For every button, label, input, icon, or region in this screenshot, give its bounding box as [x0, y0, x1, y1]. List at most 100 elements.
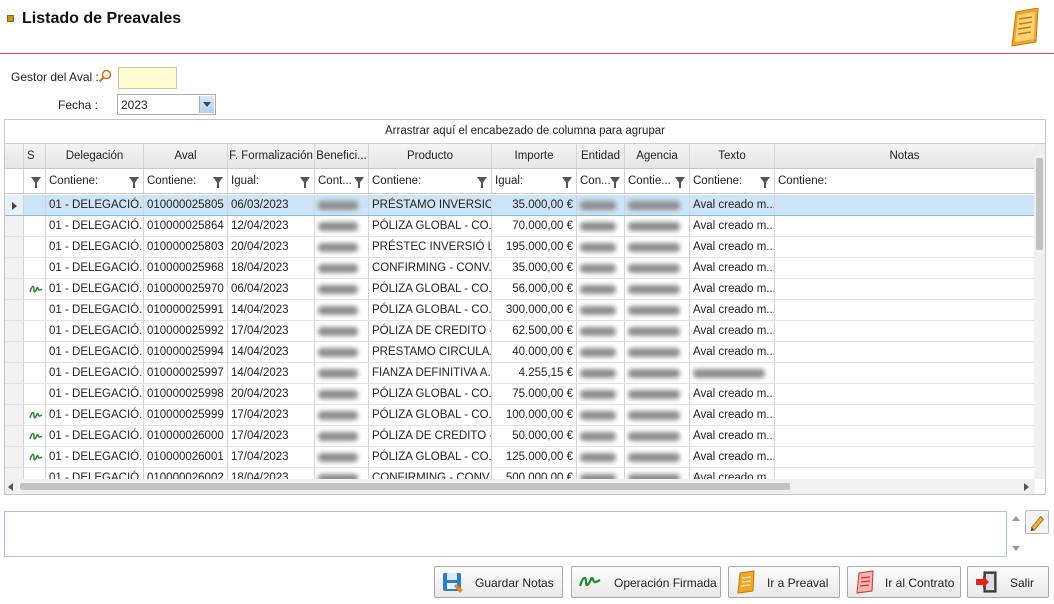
cell-delegacion[interactable]: 01 - DELEGACIÓ...: [46, 195, 144, 215]
cell-aval[interactable]: 010000025970: [144, 279, 228, 299]
cell-beneficiario[interactable]: [315, 405, 369, 425]
cell-delegacion[interactable]: 01 - DELEGACIÓ: [46, 468, 144, 479]
cell-status[interactable]: [24, 258, 46, 278]
cell-status[interactable]: [24, 279, 46, 299]
table-row[interactable]: 01 - DELEGACIÓ... 010000025991 14/04/2023 P…: [5, 300, 1035, 321]
filter-cell-importe[interactable]: Igual:: [492, 169, 577, 193]
filter-cell-status[interactable]: [24, 169, 46, 193]
cell-delegacion[interactable]: 01 - DELEGACIÓ...: [46, 237, 144, 257]
cell-agencia[interactable]: [625, 300, 690, 320]
cell-importe[interactable]: 75.000,00 €: [492, 384, 577, 404]
table-row[interactable]: 01 - DELEGACIÓ... 010000025803 20/04/2023 P…: [5, 237, 1035, 258]
cell-texto[interactable]: Aval creado m...: [690, 447, 775, 467]
cell-status[interactable]: [24, 447, 46, 467]
cell-beneficiario[interactable]: [315, 363, 369, 383]
cell-importe[interactable]: 62.500,00 €: [492, 321, 577, 341]
gestor-field[interactable]: [118, 67, 177, 89]
column-header-indicator[interactable]: [5, 144, 24, 168]
cell-producto[interactable]: PRÉSTEC INVERSIÓ LÍ...: [369, 237, 492, 257]
cell-aval[interactable]: 010000026000: [144, 426, 228, 446]
cell-producto[interactable]: FIANZA DEFINITIVA A...: [369, 363, 492, 383]
cell-aval[interactable]: 010000025805: [144, 195, 228, 215]
filter-cell-texto[interactable]: Contiene:: [690, 169, 775, 193]
cell-status[interactable]: [24, 468, 46, 479]
cell-delegacion[interactable]: 01 - DELEGACIÓ...: [46, 363, 144, 383]
cell-beneficiario[interactable]: [315, 321, 369, 341]
cell-importe[interactable]: 56.000,00 €: [492, 279, 577, 299]
filter-funnel-icon[interactable]: [213, 177, 223, 188]
cell-notas[interactable]: [775, 426, 1035, 446]
cell-texto[interactable]: [690, 363, 775, 383]
table-row[interactable]: 01 - DELEGACIÓ... 010000025968 18/04/2023 C…: [5, 258, 1035, 279]
cell-aval[interactable]: 010000025998: [144, 384, 228, 404]
cell-entidad[interactable]: [577, 468, 625, 479]
cell-status[interactable]: [24, 195, 46, 215]
cell-agencia[interactable]: [625, 342, 690, 362]
column-header-aval[interactable]: Aval: [144, 144, 228, 168]
cell-aval[interactable]: 010000026002: [144, 468, 228, 479]
scroll-right-icon[interactable]: [1024, 483, 1029, 491]
cell-producto[interactable]: CONFIRMING - CONV...: [369, 468, 492, 479]
filter-cell-delegacion[interactable]: Contiene:: [46, 169, 144, 193]
cell-delegacion[interactable]: 01 - DELEGACIÓ...: [46, 447, 144, 467]
cell-texto[interactable]: Aval creado m...: [690, 237, 775, 257]
cell-fecha[interactable]: 18/04/2023: [228, 258, 315, 278]
cell-producto[interactable]: PÓLIZA GLOBAL - CO...: [369, 279, 492, 299]
cell-delegacion[interactable]: 01 - DELEGACIÓ...: [46, 426, 144, 446]
cell-entidad[interactable]: [577, 405, 625, 425]
notes-scroll-down-icon[interactable]: [1012, 546, 1020, 551]
cell-importe[interactable]: 50.000,00 €: [492, 426, 577, 446]
cell-texto[interactable]: Aval creado m...: [690, 405, 775, 425]
cell-entidad[interactable]: [577, 426, 625, 446]
cell-importe[interactable]: 4.255,15 €: [492, 363, 577, 383]
filter-funnel-icon[interactable]: [129, 177, 139, 188]
vertical-scrollbar[interactable]: [1034, 144, 1045, 479]
notes-scroll-up-icon[interactable]: [1012, 516, 1020, 521]
cell-texto[interactable]: Aval creado m...: [690, 321, 775, 341]
cell-producto[interactable]: PÓLIZA DE CREDITO -...: [369, 321, 492, 341]
cell-fecha[interactable]: 14/04/2023: [228, 342, 315, 362]
cell-fecha[interactable]: 12/04/2023: [228, 216, 315, 236]
column-header-importe[interactable]: Importe: [492, 144, 577, 168]
cell-importe[interactable]: 35.000,00 €: [492, 195, 577, 215]
table-row[interactable]: 01 - DELEGACIÓ 010000026002 18/04/2023 CONF…: [5, 468, 1035, 479]
cell-texto[interactable]: Aval creado m...: [690, 279, 775, 299]
cell-texto[interactable]: Aval creado m...: [690, 384, 775, 404]
cell-entidad[interactable]: [577, 258, 625, 278]
table-row[interactable]: 01 - DELEGACIÓ... 010000025994 14/04/2023 P…: [5, 342, 1035, 363]
cell-agencia[interactable]: [625, 216, 690, 236]
cell-importe[interactable]: 300.000,00 €: [492, 300, 577, 320]
cell-delegacion[interactable]: 01 - DELEGACIÓ...: [46, 279, 144, 299]
cell-beneficiario[interactable]: [315, 384, 369, 404]
cell-fecha[interactable]: 06/04/2023: [228, 279, 315, 299]
column-header-notas[interactable]: Notas: [775, 144, 1035, 168]
cell-notas[interactable]: [775, 342, 1035, 362]
search-icon[interactable]: [98, 69, 112, 83]
filter-funnel-icon[interactable]: [477, 177, 487, 188]
column-header-fecha[interactable]: F. Formalización: [228, 144, 315, 168]
cell-fecha[interactable]: 17/04/2023: [228, 321, 315, 341]
cell-entidad[interactable]: [577, 216, 625, 236]
cell-fecha[interactable]: 14/04/2023: [228, 363, 315, 383]
table-row[interactable]: 01 - DELEGACIÓ... 010000025998 20/04/2023 P…: [5, 384, 1035, 405]
ir-preaval-button[interactable]: Ir a Preaval: [728, 566, 840, 598]
column-header-entidad[interactable]: Entidad: [577, 144, 625, 168]
cell-notas[interactable]: [775, 468, 1035, 479]
cell-beneficiario[interactable]: [315, 258, 369, 278]
cell-fecha[interactable]: 17/04/2023: [228, 426, 315, 446]
cell-aval[interactable]: 010000025864: [144, 216, 228, 236]
scroll-left-icon[interactable]: [8, 483, 13, 491]
cell-aval[interactable]: 010000025991: [144, 300, 228, 320]
cell-delegacion[interactable]: 01 - DELEGACIÓ...: [46, 216, 144, 236]
filter-cell-producto[interactable]: Contiene:: [369, 169, 492, 193]
cell-producto[interactable]: PÓLIZA DE CREDITO -...: [369, 426, 492, 446]
cell-aval[interactable]: 010000025992: [144, 321, 228, 341]
cell-beneficiario[interactable]: [315, 468, 369, 479]
column-header-agencia[interactable]: Agencia: [625, 144, 690, 168]
cell-beneficiario[interactable]: [315, 426, 369, 446]
cell-producto[interactable]: PÓLIZA GLOBAL - CO...: [369, 447, 492, 467]
cell-fecha[interactable]: 18/04/2023: [228, 468, 315, 479]
filter-funnel-icon[interactable]: [760, 177, 770, 188]
cell-agencia[interactable]: [625, 279, 690, 299]
cell-beneficiario[interactable]: [315, 216, 369, 236]
